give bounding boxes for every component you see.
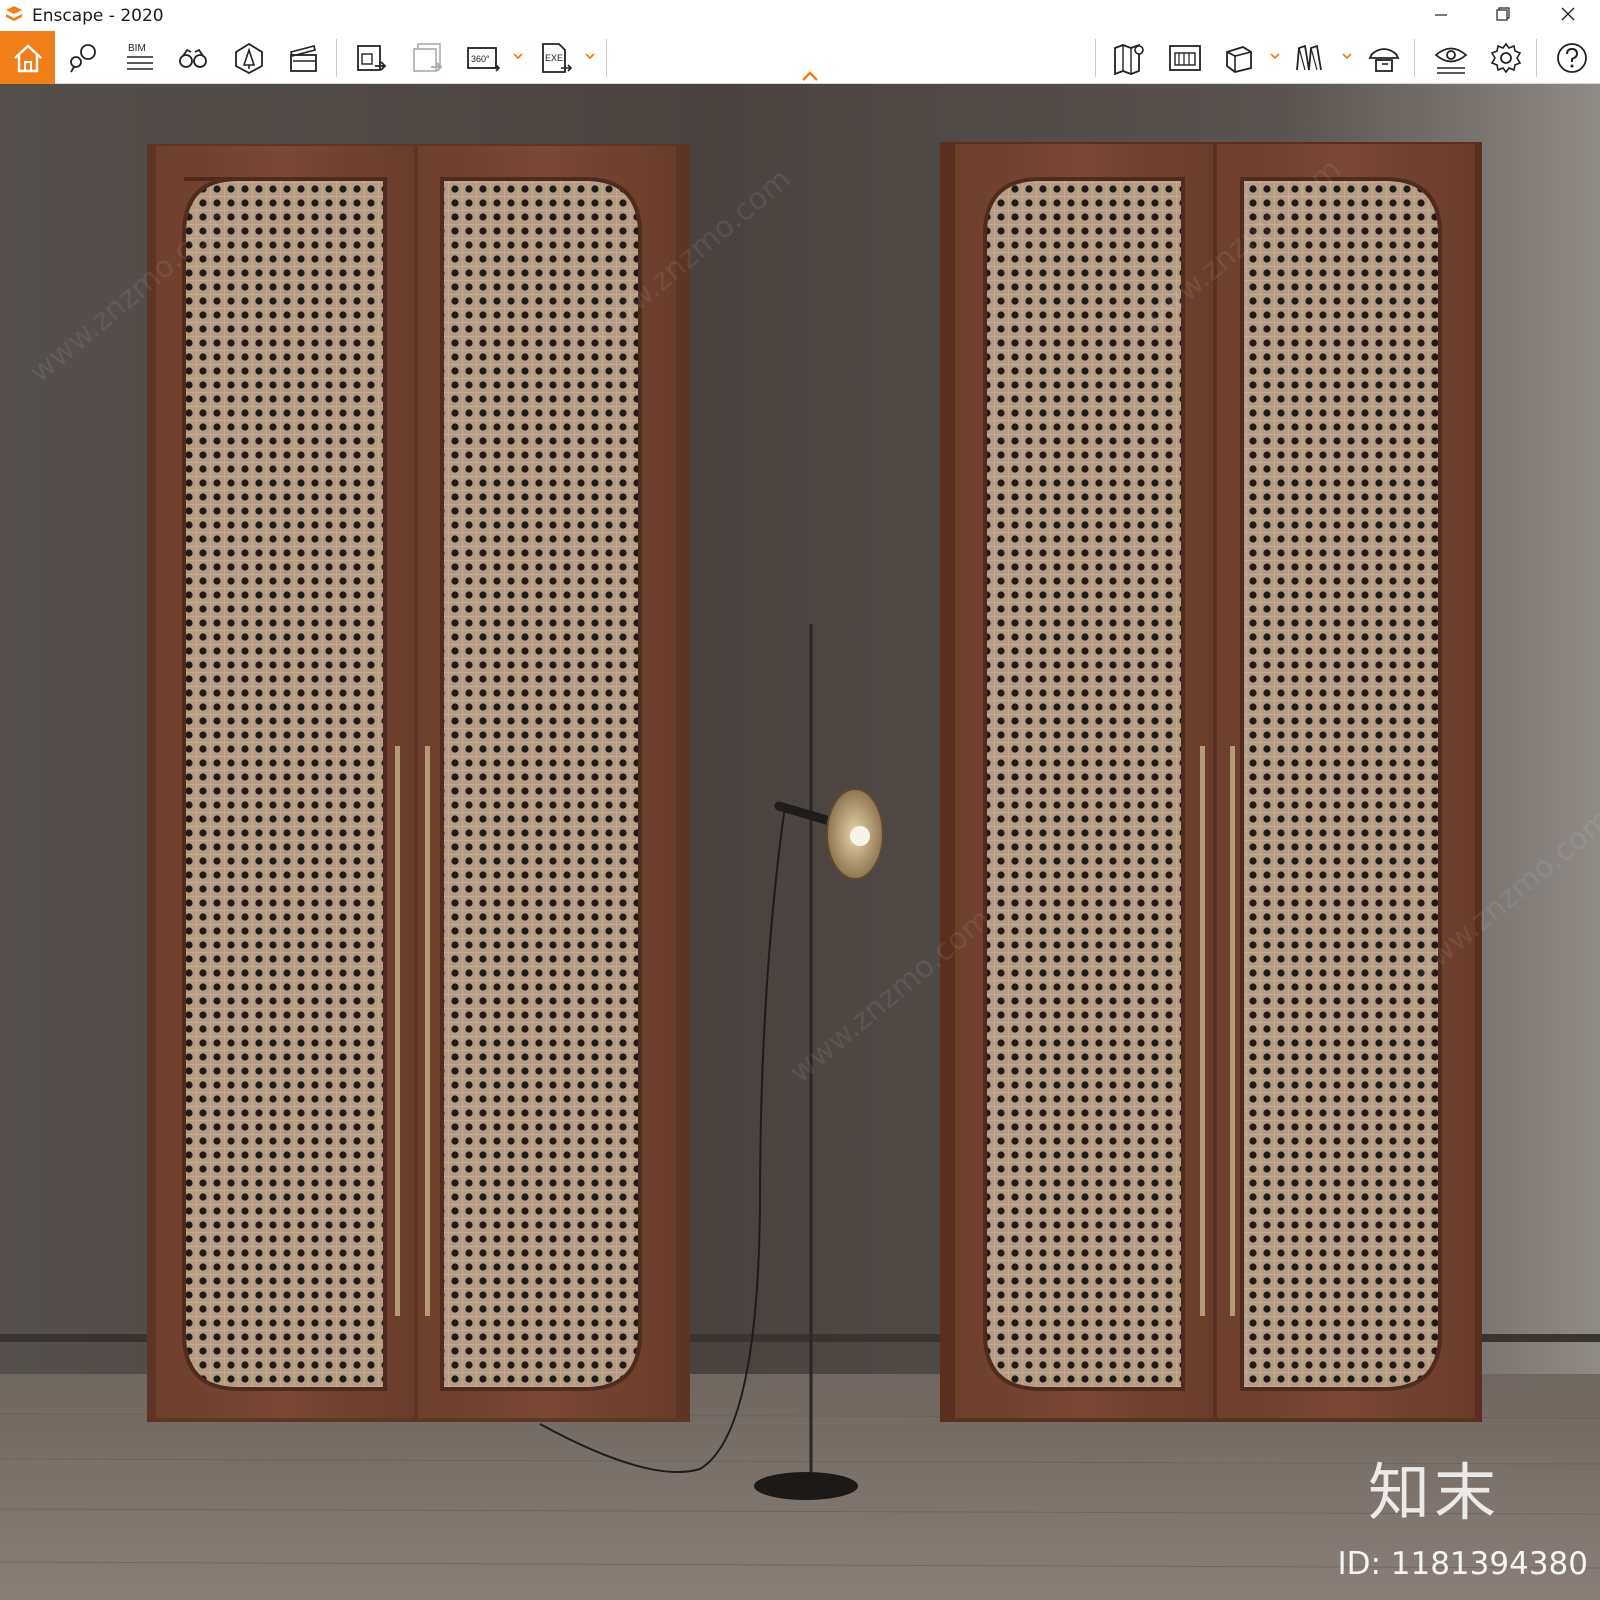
vr-button[interactable]: [1286, 31, 1336, 84]
view-mode-dropdown-chevron-icon[interactable]: [1268, 49, 1282, 63]
eye-settings-icon: [1434, 47, 1468, 74]
main-toolbar: BIM 360° EXE: [0, 31, 1600, 84]
toolbar-separator: [606, 39, 607, 77]
wardrobe-right: [940, 142, 1482, 1422]
vr-dropdown-chevron-icon[interactable]: [1340, 49, 1354, 63]
gear-icon: [1490, 42, 1522, 73]
batch-render-button[interactable]: [402, 31, 452, 84]
render-viewport[interactable]: www.znzmo.com www.znzmo.com www.znzmo.co…: [0, 84, 1600, 1600]
bim-button[interactable]: BIM: [112, 31, 162, 84]
help-button[interactable]: [1547, 31, 1597, 84]
home-button[interactable]: [0, 31, 55, 84]
video-editor-button[interactable]: [278, 31, 328, 84]
batch-render-icon: [413, 42, 443, 72]
window-title: Enscape - 2020: [32, 6, 164, 26]
binoculars-icon: [179, 48, 207, 68]
bim-label: BIM: [128, 43, 146, 54]
visual-settings-button[interactable]: [1426, 31, 1476, 84]
cube-icon: [1226, 45, 1252, 73]
minimize-icon: [1435, 14, 1447, 16]
close-button[interactable]: [1545, 0, 1591, 31]
hat-icon: [1368, 47, 1400, 72]
asset-library-icon: [235, 42, 263, 74]
render-export-button[interactable]: [346, 31, 396, 84]
collaborate-button[interactable]: [1359, 31, 1409, 84]
rendered-scene: www.znzmo.com www.znzmo.com www.znzmo.co…: [0, 84, 1600, 1600]
home-icon: [13, 43, 42, 72]
asset-library-button[interactable]: [224, 31, 274, 84]
panorama-button[interactable]: 360°: [458, 31, 508, 84]
chevron-up-icon[interactable]: [800, 69, 820, 83]
close-icon: [1561, 7, 1575, 21]
export-icon: EXE: [542, 42, 573, 73]
view-mode-button[interactable]: [1214, 31, 1264, 84]
restore-button[interactable]: [1480, 0, 1526, 31]
map-pin-icon: [70, 43, 96, 72]
minimap-button[interactable]: [1160, 31, 1210, 84]
exe-dropdown-chevron-icon[interactable]: [583, 49, 597, 63]
clapperboard-icon: [290, 44, 317, 72]
minimize-button[interactable]: [1418, 0, 1464, 31]
minimap-icon: [1169, 44, 1201, 71]
vr-icon: [1296, 44, 1322, 70]
enscape-logo-icon: [6, 6, 22, 21]
panorama-icon: 360°: [467, 46, 501, 72]
settings-button[interactable]: [1481, 31, 1531, 84]
panorama-dropdown-chevron-icon[interactable]: [511, 49, 525, 63]
render-export-icon: [357, 44, 387, 71]
toolbar-separator: [336, 39, 337, 77]
map-button[interactable]: [1104, 31, 1154, 84]
help-icon: [1557, 42, 1587, 73]
exe-export-button[interactable]: EXE: [530, 31, 580, 84]
watermark-id: ID: 1181394380: [1337, 1546, 1588, 1582]
watermark-logo: 知末: [1367, 1456, 1500, 1529]
toolbar-separator: [1095, 39, 1096, 77]
title-bar: Enscape - 2020: [0, 0, 1600, 31]
restore-icon: [1496, 7, 1510, 21]
map-icon: [1114, 43, 1144, 75]
toolbar-separator: [1414, 39, 1415, 77]
toolbar-separator: [1536, 39, 1537, 77]
bim-list-icon: BIM: [127, 43, 153, 70]
exe-label: EXE: [545, 53, 563, 63]
views-button[interactable]: [58, 31, 108, 84]
panorama-label: 360°: [471, 54, 490, 64]
binoculars-button[interactable]: [168, 31, 218, 84]
